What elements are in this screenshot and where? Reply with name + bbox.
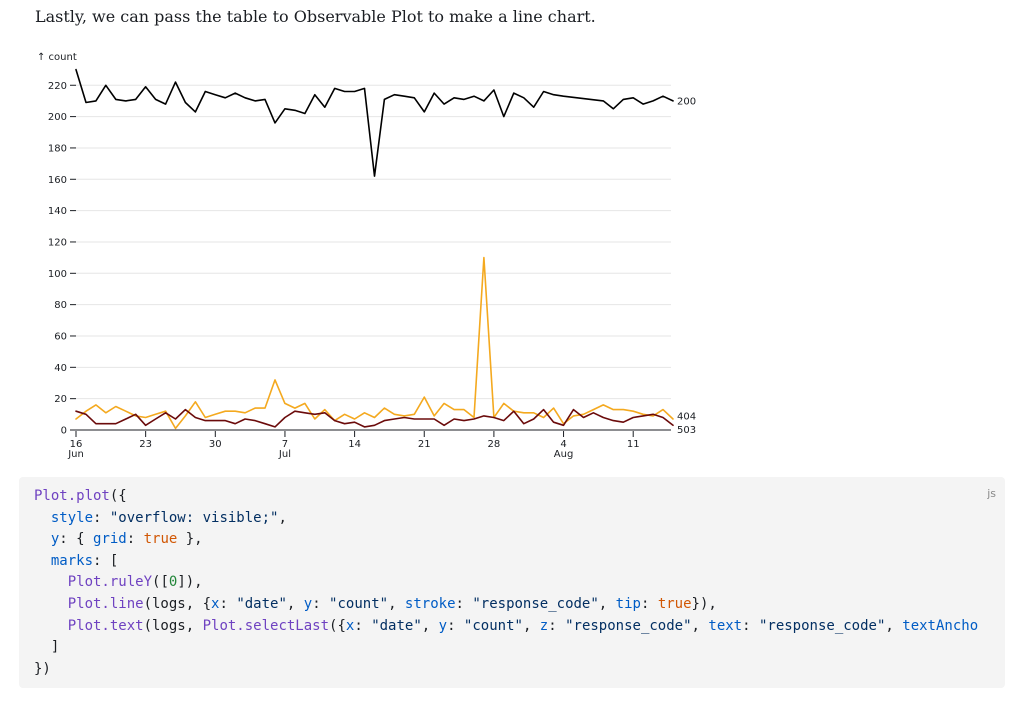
code-line-1: Plot.plot({ xyxy=(34,488,127,504)
y-tick-label: 220 xyxy=(48,81,67,92)
code-language-label: js xyxy=(987,487,996,500)
code-line-3: y: { grid: true }, xyxy=(50,531,203,548)
y-tick-label: 40 xyxy=(54,363,67,374)
y-tick-label: 60 xyxy=(54,331,67,342)
series-end-label-404: 404 xyxy=(677,412,696,423)
code-line-7: Plot.text(logs, Plot.selectLast({x: "dat… xyxy=(67,617,979,634)
y-tick-label: 160 xyxy=(48,175,67,186)
y-tick-label: 120 xyxy=(48,237,67,248)
code-line-9: }) xyxy=(34,660,51,677)
code-block[interactable]: js Plot.plot({ style: "overflow: visible… xyxy=(19,477,1005,688)
code-line-4: marks: [ xyxy=(50,552,119,569)
series-end-label-200: 200 xyxy=(677,96,696,107)
y-axis-label: ↑ count xyxy=(37,52,77,63)
y-tick-label: 0 xyxy=(61,426,67,437)
series-line-404 xyxy=(75,256,674,430)
y-tick-label: 80 xyxy=(54,300,67,311)
x-tick-label: 28 xyxy=(488,439,501,450)
x-tick-label: 14 xyxy=(348,439,361,450)
intro-paragraph: Lastly, we can pass the table to Observa… xyxy=(35,7,596,26)
y-tick-label: 200 xyxy=(48,112,67,123)
x-tick-label: 30 xyxy=(209,439,222,450)
line-chart: ↑ count02040608010012014016018020022016J… xyxy=(37,52,696,460)
code-line-8: ] xyxy=(50,639,60,656)
y-tick-label: 180 xyxy=(48,143,67,154)
x-tick-month-label: Jun xyxy=(67,449,84,460)
y-tick-label: 100 xyxy=(48,269,67,280)
series-end-label-503: 503 xyxy=(677,425,696,436)
x-tick-label: 23 xyxy=(139,439,152,450)
code-line-2: style: "overflow: visible;", xyxy=(50,509,287,526)
x-tick-label: 11 xyxy=(627,439,640,450)
x-tick-month-label: Aug xyxy=(554,449,574,460)
code-line-6: Plot.line(logs, {x: "date", y: "count", … xyxy=(67,595,717,612)
y-tick-label: 140 xyxy=(48,206,67,217)
x-tick-label: 21 xyxy=(418,439,431,450)
code-text[interactable]: Plot.plot({ style: "overflow: visible;",… xyxy=(34,486,978,680)
code-line-5: Plot.ruleY([0]), xyxy=(67,574,203,591)
x-tick-month-label: Jul xyxy=(278,449,291,460)
y-tick-label: 20 xyxy=(54,394,67,405)
